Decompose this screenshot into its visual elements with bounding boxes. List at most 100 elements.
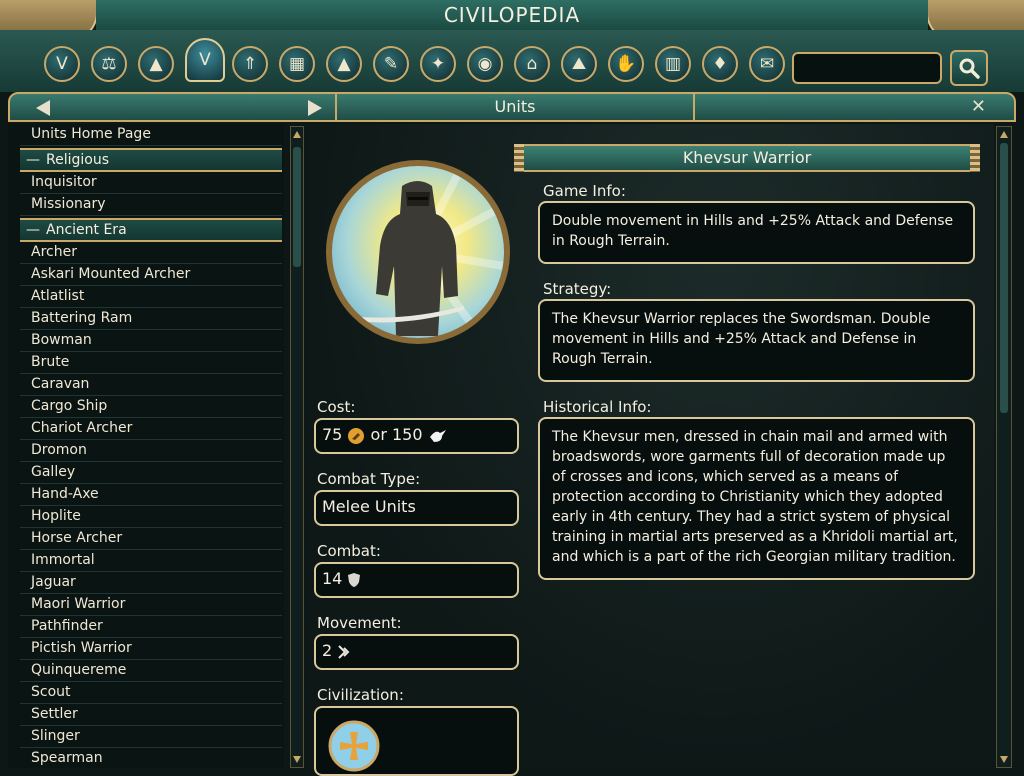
unit-name: Khevsur Warrior xyxy=(682,148,812,167)
scroll-down-icon[interactable] xyxy=(1000,756,1008,763)
page-title: CIVILOPEDIA xyxy=(443,3,581,27)
strategy-box: The Khevsur Warrior replaces the Swordsm… xyxy=(538,299,975,382)
sidebar-item[interactable]: Scout xyxy=(20,682,282,704)
production-icon xyxy=(348,427,365,444)
sidebar-scrollbar[interactable] xyxy=(290,126,304,768)
combat-box: 14 xyxy=(314,562,519,598)
sidebar-item[interactable]: Immortal xyxy=(20,550,282,572)
forward-arrow-icon[interactable] xyxy=(308,100,322,116)
sidebar-item[interactable]: Bowman xyxy=(20,330,282,352)
scroll-up-icon[interactable] xyxy=(293,131,301,138)
strategy-label: Strategy: xyxy=(543,280,612,298)
magnifier-icon xyxy=(959,58,980,79)
cost-label: Cost: xyxy=(317,398,356,416)
sidebar-item[interactable]: Inquisitor xyxy=(20,172,282,194)
sidebar-item[interactable]: Galley xyxy=(20,462,282,484)
search-button[interactable] xyxy=(950,50,988,86)
sidebar-item[interactable]: Horse Archer xyxy=(20,528,282,550)
sidebar-item[interactable]: Cargo Ship xyxy=(20,396,282,418)
movement-label: Movement: xyxy=(317,614,402,632)
cost-box: 75 or 150 xyxy=(314,418,519,454)
combat-label: Combat: xyxy=(317,542,381,560)
title-banner: CIVILOPEDIA xyxy=(96,0,928,32)
section-title: Units xyxy=(335,94,695,120)
combat-type-value: Melee Units xyxy=(322,497,416,516)
sidebar-item[interactable]: Quinquereme xyxy=(20,660,282,682)
combat-value: 14 xyxy=(322,569,343,588)
movement-box: 2 xyxy=(314,634,519,670)
scroll-up-icon[interactable] xyxy=(1000,131,1008,138)
category-victory-icon[interactable]: V xyxy=(44,46,80,82)
category-terrain-icon[interactable]: ⛰ xyxy=(561,46,597,82)
sidebar-header-label: Ancient Era xyxy=(46,222,127,238)
sidebar-item[interactable]: Missionary xyxy=(20,194,282,216)
unit-title-bar: Khevsur Warrior xyxy=(514,144,980,172)
history-box: The Khevsur men, dressed in chain mail a… xyxy=(538,417,975,580)
cost-faith-value: or 150 xyxy=(370,425,423,444)
scroll-down-icon[interactable] xyxy=(293,756,301,763)
close-icon[interactable]: ✕ xyxy=(971,95,986,119)
category-units-icon[interactable]: V xyxy=(185,38,225,82)
sidebar-item[interactable]: Spearman xyxy=(20,748,282,768)
title-bar-right-cap xyxy=(970,144,980,172)
sidebar-item[interactable]: Slinger xyxy=(20,726,282,748)
category-great-people-icon[interactable]: ✦ xyxy=(420,46,456,82)
strategy-text: The Khevsur Warrior replaces the Swordsm… xyxy=(552,311,931,367)
shield-icon xyxy=(348,572,361,587)
combat-type-label: Combat Type: xyxy=(317,470,421,488)
category-civilizations-icon[interactable]: ◉ xyxy=(467,46,503,82)
sidebar-item[interactable]: Jaguar xyxy=(20,572,282,594)
category-wonders-icon[interactable]: ▲ xyxy=(326,46,362,82)
category-resources-icon[interactable]: ✋ xyxy=(608,46,644,82)
category-improvements-icon[interactable]: ▥ xyxy=(655,46,691,82)
movement-chevron-icon xyxy=(338,644,350,659)
history-label: Historical Info: xyxy=(543,398,652,416)
game-info-text: Double movement in Hills and +25% Attack… xyxy=(552,213,954,249)
civilization-label: Civilization: xyxy=(317,686,404,704)
category-world-congress-icon[interactable]: ✉ xyxy=(749,46,785,82)
sidebar-item[interactable]: Askari Mounted Archer xyxy=(20,264,282,286)
detail-scroll-thumb[interactable] xyxy=(1000,143,1008,413)
sidebar-item[interactable]: Battering Ram xyxy=(20,308,282,330)
category-promotions-icon[interactable]: ⇑ xyxy=(232,46,268,82)
sidebar-item[interactable]: Chariot Archer xyxy=(20,418,282,440)
category-city-states-icon[interactable]: ⌂ xyxy=(514,46,550,82)
detail-scrollbar[interactable] xyxy=(996,126,1012,768)
sidebar-header-label: Religious xyxy=(46,152,109,168)
game-info-label: Game Info: xyxy=(543,182,626,200)
georgia-cross-emblem-icon[interactable] xyxy=(328,720,380,772)
sidebar-scroll-thumb[interactable] xyxy=(293,147,301,267)
combat-type-box: Melee Units xyxy=(314,490,519,526)
sidebar-item[interactable]: Pathfinder xyxy=(20,616,282,638)
sidebar-item[interactable]: Pictish Warrior xyxy=(20,638,282,660)
sidebar-item[interactable]: Settler xyxy=(20,704,282,726)
collapse-dash-icon[interactable]: — xyxy=(20,220,46,240)
warrior-figure-icon xyxy=(348,166,504,338)
movement-value: 2 xyxy=(322,641,333,660)
sidebar-item[interactable]: Units Home Page xyxy=(20,124,282,146)
category-techs-icon[interactable]: ▲ xyxy=(138,46,174,82)
sidebar-item[interactable]: Caravan xyxy=(20,374,282,396)
nav-bar: Units ✕ xyxy=(8,92,1016,122)
sidebar-item[interactable]: Maori Warrior xyxy=(20,594,282,616)
category-buildings-icon[interactable]: ▦ xyxy=(279,46,315,82)
history-text: The Khevsur men, dressed in chain mail a… xyxy=(552,429,958,565)
faith-icon xyxy=(429,429,446,442)
sidebar-item[interactable]: Atlatlist xyxy=(20,286,282,308)
sidebar-item[interactable]: Hand-Axe xyxy=(20,484,282,506)
sidebar-category-header[interactable]: — Ancient Era xyxy=(20,218,282,242)
sidebar-category-header[interactable]: — Religious xyxy=(20,148,282,172)
sidebar-item[interactable]: Brute xyxy=(20,352,282,374)
category-policies-icon[interactable]: ✎ xyxy=(373,46,409,82)
search-input[interactable] xyxy=(792,52,942,84)
sidebar-item[interactable]: Dromon xyxy=(20,440,282,462)
unit-list: Units Home Page — Religious Inquisitor Missi… xyxy=(8,124,284,768)
back-arrow-icon[interactable] xyxy=(36,100,50,116)
game-info-box: Double movement in Hills and +25% Attack… xyxy=(538,201,975,264)
collapse-dash-icon[interactable]: — xyxy=(20,150,46,170)
sidebar-item[interactable]: Archer xyxy=(20,242,282,264)
category-religion-icon[interactable]: ♦ xyxy=(702,46,738,82)
civilization-box xyxy=(314,706,519,776)
sidebar-item[interactable]: Hoplite xyxy=(20,506,282,528)
category-concepts-icon[interactable]: ⚖ xyxy=(91,46,127,82)
